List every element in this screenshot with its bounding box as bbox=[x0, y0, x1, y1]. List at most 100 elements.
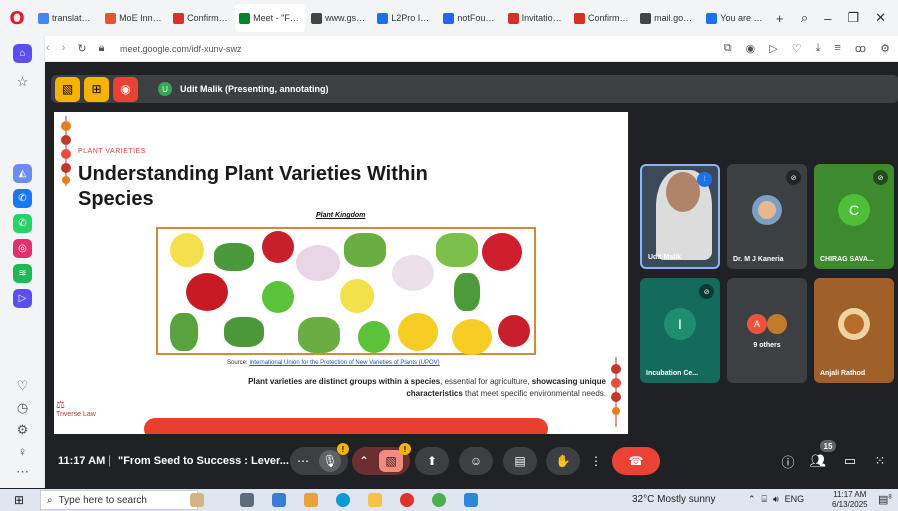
minimize-button[interactable]: – bbox=[824, 11, 831, 26]
more-icon[interactable]: ⋯ bbox=[13, 462, 32, 481]
aria-icon[interactable]: ◭ bbox=[13, 164, 32, 183]
heart-icon[interactable]: ♡ bbox=[792, 42, 802, 55]
opera-logo-icon[interactable]: O bbox=[0, 0, 34, 36]
browser-tab[interactable]: translate.go bbox=[34, 4, 99, 32]
url-field[interactable]: meet.google.com/idf-xunv-swz bbox=[120, 44, 242, 54]
people-icon[interactable]: 👥︎ bbox=[808, 451, 828, 471]
whatsapp-icon[interactable]: ✆ bbox=[13, 214, 32, 233]
emoji-button[interactable]: ☺ bbox=[459, 447, 493, 475]
taskbar-search[interactable]: ⌕ Type here to search bbox=[40, 490, 198, 510]
address-bar: ‹ › ↻ 🔒︎ meet.google.com/idf-xunv-swz ⧉ … bbox=[0, 36, 898, 62]
settings-icon[interactable]: ⚙ bbox=[880, 42, 890, 55]
search-icon: ⌕ bbox=[47, 494, 53, 506]
location-icon[interactable]: ♀ bbox=[13, 442, 32, 461]
annotation-tools-button[interactable]: ⊞ bbox=[84, 76, 109, 102]
widgets-icon[interactable] bbox=[272, 493, 286, 507]
browser-tab[interactable]: mail.google bbox=[636, 4, 700, 32]
reload-button[interactable]: ↻ bbox=[77, 42, 86, 55]
tab-search-icon[interactable]: ⌕ bbox=[801, 10, 808, 26]
participant-initial-avatar: A bbox=[747, 314, 767, 334]
maximize-button[interactable]: ❐ bbox=[847, 10, 859, 26]
profile-icon[interactable]: ꝏ bbox=[855, 42, 866, 55]
network-icon[interactable]: ⌸ bbox=[762, 494, 767, 505]
participant-name: Anjali Rathod bbox=[820, 370, 866, 377]
edge-icon[interactable] bbox=[336, 493, 350, 507]
language-indicator[interactable]: ENG bbox=[785, 494, 805, 505]
more-options-button[interactable]: ⋮ bbox=[586, 447, 606, 475]
mic-warning-badge: ! bbox=[337, 443, 349, 455]
mic-button[interactable]: 🎙︎ bbox=[319, 450, 341, 472]
history-icon[interactable]: ◷ bbox=[13, 398, 32, 417]
browser-tab[interactable]: L2Pro India bbox=[373, 4, 437, 32]
taskbar-clock[interactable]: 11:17 AM 6/13/2025 bbox=[832, 490, 868, 510]
browser-tab[interactable]: You are sign bbox=[702, 4, 770, 32]
red-apple-icon bbox=[262, 231, 294, 263]
send-icon[interactable]: ▷ bbox=[769, 42, 777, 55]
tray-chevron-icon[interactable]: ⌃ bbox=[748, 494, 756, 505]
mic-muted-icon: ⊘ bbox=[786, 170, 801, 185]
browser-tab[interactable]: notFoundP bbox=[439, 4, 501, 32]
browser-tab[interactable]: Invitation: T bbox=[504, 4, 568, 32]
weather-text[interactable]: 32°C Mostly sunny bbox=[632, 494, 715, 505]
tab-favicon-icon bbox=[706, 12, 718, 24]
menu-icon[interactable]: ≡ bbox=[834, 42, 840, 55]
stop-presenting-button[interactable]: ◉ bbox=[113, 76, 138, 102]
task-view-icon[interactable] bbox=[240, 493, 254, 507]
participant-tile[interactable]: C ⊘ CHIRAG SAVA... bbox=[814, 164, 894, 269]
browser-tab[interactable]: MoE Innova bbox=[101, 4, 167, 32]
mic-options-button[interactable]: ⋯ bbox=[297, 454, 309, 468]
red-apple-icon bbox=[498, 315, 530, 347]
file-explorer-icon[interactable] bbox=[304, 493, 318, 507]
source-link[interactable]: International Union for the Protection o… bbox=[249, 360, 439, 366]
notification-icon[interactable]: ▤8 bbox=[878, 493, 892, 506]
weather-widget-icon[interactable] bbox=[190, 493, 204, 507]
windows-start-icon[interactable]: ⊞ bbox=[14, 493, 24, 507]
settings-icon[interactable]: ⚙ bbox=[13, 420, 32, 439]
workspace-icon[interactable]: ⌂ bbox=[13, 44, 32, 63]
meeting-details-icon[interactable]: ⓘ bbox=[778, 451, 798, 471]
stop-annotate-button[interactable]: ▧ bbox=[55, 76, 80, 102]
spotify-icon[interactable]: ≋ bbox=[13, 264, 32, 283]
window-controls: ⌕ – ❐ ✕ bbox=[789, 10, 898, 26]
folder-icon[interactable] bbox=[368, 493, 382, 507]
messenger-icon[interactable]: ✆ bbox=[13, 189, 32, 208]
raise-hand-button[interactable]: ✋ bbox=[546, 447, 580, 475]
camera-options-button[interactable]: ⌃ bbox=[359, 454, 369, 468]
app-icon[interactable] bbox=[464, 493, 478, 507]
chat-icon[interactable]: ▭ bbox=[840, 451, 860, 471]
opera-taskbar-icon[interactable] bbox=[400, 493, 414, 507]
camera-warning-badge: ! bbox=[399, 443, 411, 455]
present-button[interactable]: ⬆ bbox=[415, 447, 449, 475]
home-icon[interactable]: ☆ bbox=[13, 72, 32, 91]
activities-icon[interactable]: ⁙ bbox=[870, 451, 890, 471]
participant-tile[interactable]: ⊘ Dr. M J Kaneria bbox=[727, 164, 807, 269]
triverse-law-logo: ⚖ Triverse Law bbox=[56, 400, 96, 418]
participant-tile[interactable]: ⦙ Udit Malik bbox=[640, 164, 720, 269]
participant-tile[interactable]: I ⊘ Incubation Ce... bbox=[640, 278, 720, 383]
camera-off-button[interactable]: ▧ bbox=[379, 450, 404, 472]
leave-call-button[interactable]: ☎ bbox=[612, 447, 660, 475]
heart-icon[interactable]: ♡ bbox=[13, 376, 32, 395]
chrome-icon[interactable] bbox=[432, 493, 446, 507]
tab-favicon-icon bbox=[443, 12, 455, 24]
browser-tab[interactable]: Confirmatio bbox=[169, 4, 233, 32]
browser-tab[interactable]: Confirmatio bbox=[570, 4, 634, 32]
participant-tile[interactable]: Anjali Rathod bbox=[814, 278, 894, 383]
instagram-icon[interactable]: ◎ bbox=[13, 239, 32, 258]
player-icon[interactable]: ▷ bbox=[13, 289, 32, 308]
others-tile[interactable]: A 9 others bbox=[727, 278, 807, 383]
browser-tab[interactable]: Meet - "From bbox=[235, 4, 306, 32]
volume-icon[interactable]: 🔊︎ bbox=[773, 494, 779, 505]
new-tab-button[interactable]: + bbox=[772, 4, 787, 32]
back-button[interactable]: ‹ bbox=[46, 42, 50, 55]
screenshot-icon[interactable]: ⧉ bbox=[724, 42, 732, 55]
camera-icon[interactable]: ◉ bbox=[746, 42, 756, 55]
presenter-label: Udit Malik (Presenting, annotating) bbox=[180, 84, 329, 94]
forward-button[interactable]: › bbox=[62, 42, 66, 55]
captions-button[interactable]: ▤ bbox=[503, 447, 537, 475]
close-window-button[interactable]: ✕ bbox=[875, 10, 886, 26]
browser-tab[interactable]: www.gsebe bbox=[307, 4, 371, 32]
download-icon[interactable]: ⤓ bbox=[816, 42, 821, 55]
tab-favicon-icon bbox=[105, 12, 117, 24]
lettuce-icon bbox=[454, 273, 480, 311]
